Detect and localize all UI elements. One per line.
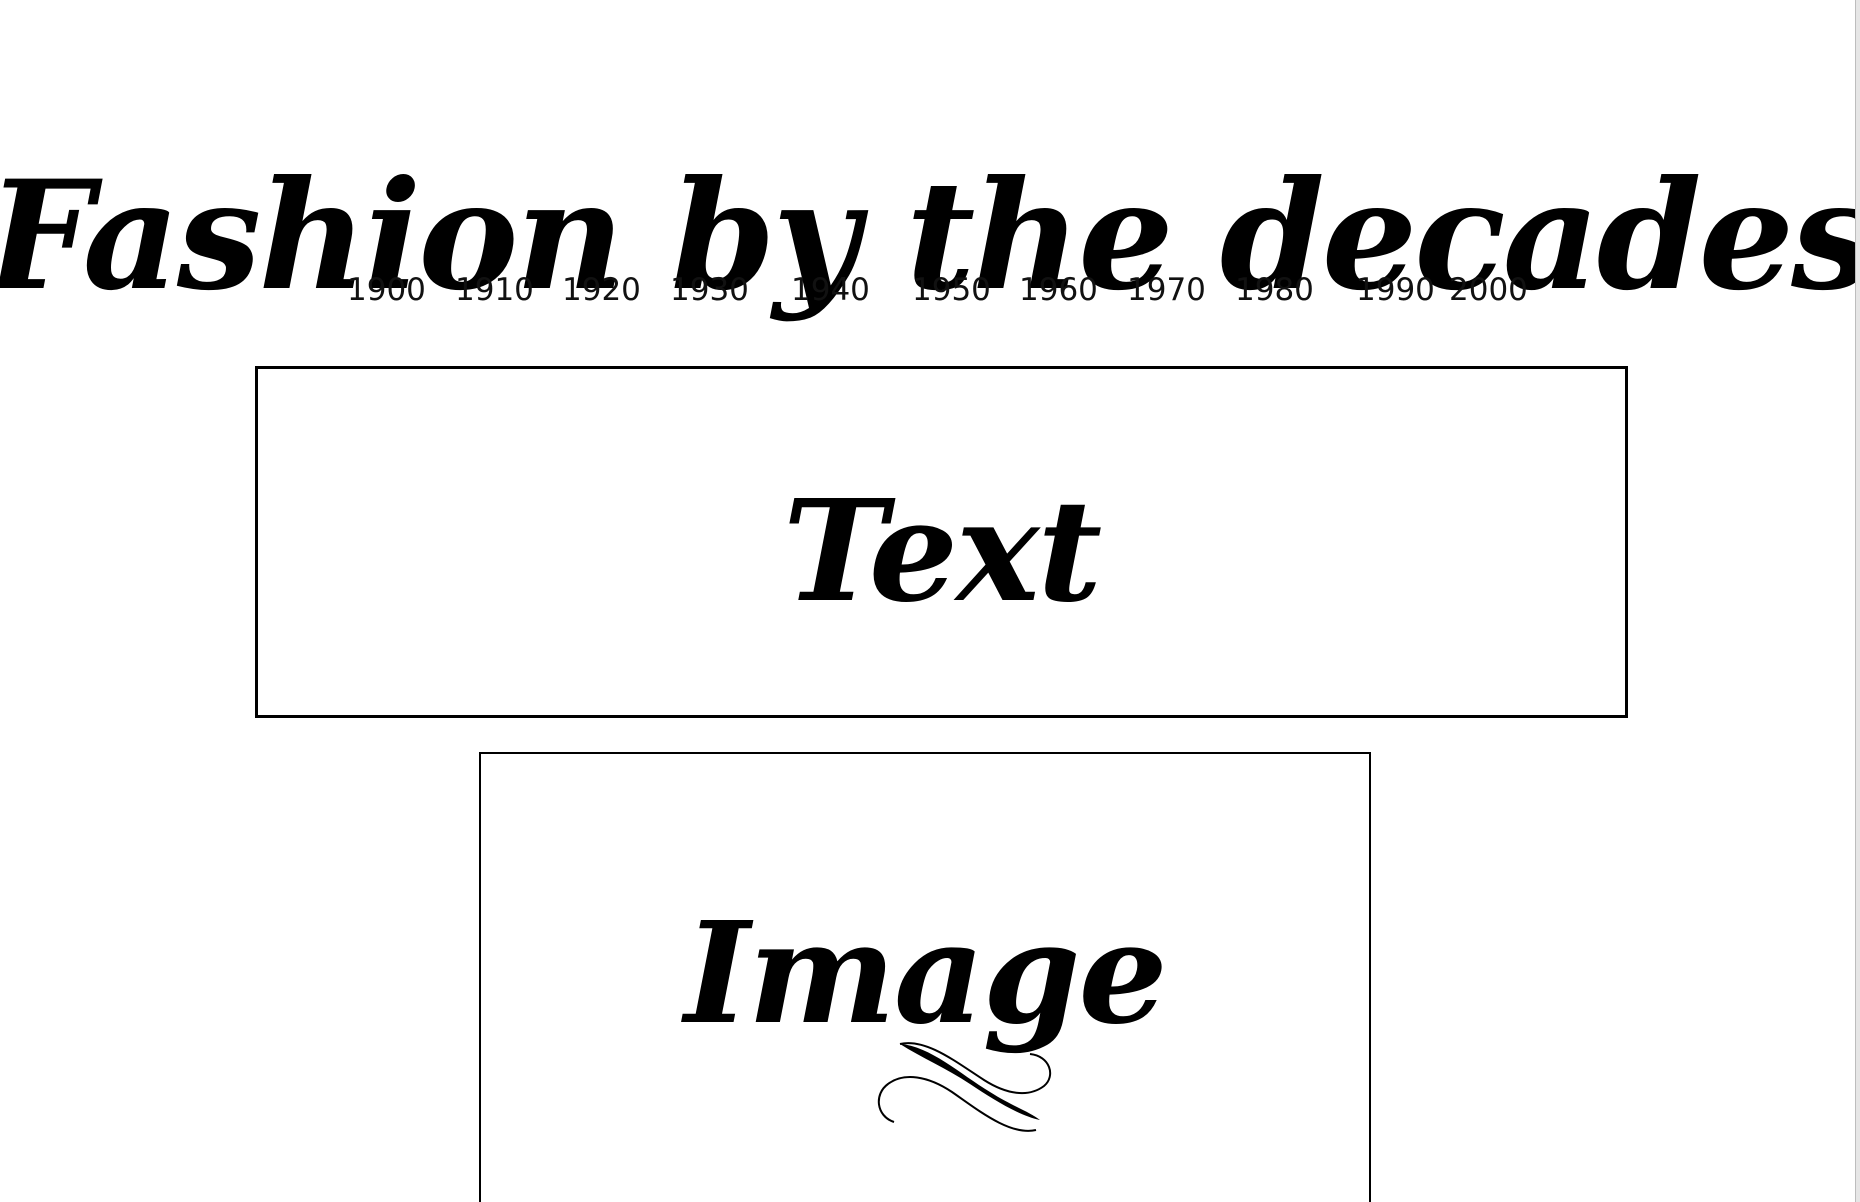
text-placeholder-box: Text (255, 366, 1628, 718)
text-placeholder-label: Text (782, 470, 1102, 634)
decade-link-1920[interactable]: 1920 (562, 268, 641, 312)
page-edge (1855, 0, 1860, 1202)
decade-link-1930[interactable]: 1930 (670, 268, 749, 312)
decade-link-1960[interactable]: 1960 (1019, 268, 1098, 312)
decade-link-1950[interactable]: 1950 (912, 268, 991, 312)
image-placeholder-label: Image (684, 892, 1167, 1056)
decade-link-2000[interactable]: 2000 (1449, 268, 1528, 312)
decade-link-1940[interactable]: 1940 (791, 268, 870, 312)
decade-link-1910[interactable]: 1910 (455, 268, 534, 312)
page-title: Fashion by the decades (0, 147, 1860, 324)
decade-link-1900[interactable]: 1900 (347, 268, 426, 312)
swash-flourish-icon (878, 1042, 1052, 1132)
decade-nav: 1900 1910 1920 1930 1940 1950 1960 1970 … (340, 268, 1540, 312)
decade-link-1970[interactable]: 1970 (1127, 268, 1206, 312)
decade-link-1990[interactable]: 1990 (1356, 268, 1435, 312)
decade-link-1980[interactable]: 1980 (1235, 268, 1314, 312)
page: Fashion by the decades 1900 1910 1920 19… (0, 0, 1860, 1202)
